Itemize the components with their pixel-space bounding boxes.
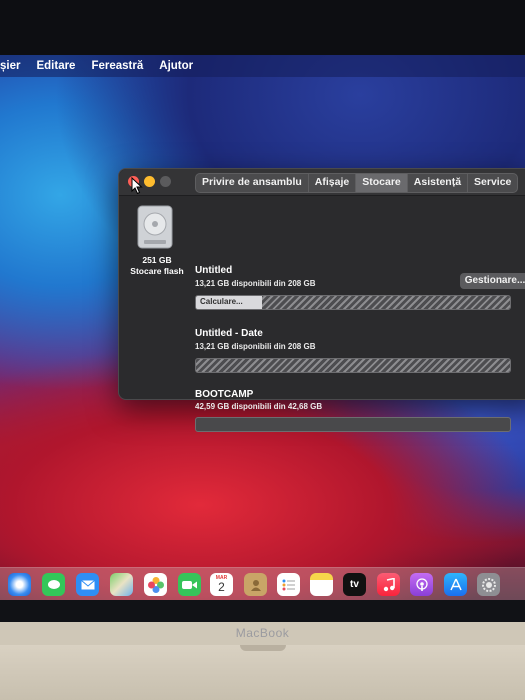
storage-bar: [195, 358, 511, 373]
dock: MAR 2 tv: [0, 567, 525, 600]
window-titlebar: Privire de ansamblu Afișaje Stocare Asis…: [119, 169, 525, 196]
tab-service[interactable]: Service: [468, 174, 517, 192]
hinge: [0, 600, 525, 622]
menu-help[interactable]: Ajutor: [159, 60, 193, 72]
tab-bar: Privire de ansamblu Afișaje Stocare Asis…: [195, 173, 519, 193]
tab-displays[interactable]: Afișaje: [309, 174, 357, 192]
desktop: șier Editare Fereastră Ajutor Privire de…: [0, 55, 525, 600]
system-preferences-icon[interactable]: [477, 573, 500, 596]
zoom-button[interactable]: [160, 176, 171, 187]
about-this-mac-window: Privire de ansamblu Afișaje Stocare Asis…: [118, 168, 525, 432]
messages-icon[interactable]: [42, 573, 65, 596]
cursor-icon: [131, 177, 143, 195]
volume-name: Untitled: [195, 265, 233, 276]
facetime-icon[interactable]: [178, 573, 201, 596]
mail-icon[interactable]: [76, 573, 99, 596]
screen-bezel: șier Editare Fereastră Ajutor Privire de…: [0, 0, 525, 622]
apple-tv-icon[interactable]: tv: [343, 573, 366, 596]
volume-available: 42,59 GB disponibili din 42,68 GB: [195, 402, 323, 411]
manage-button[interactable]: Gestionare...: [460, 273, 525, 289]
storage-bar-label: Calculare...: [200, 297, 243, 306]
minimize-button[interactable]: [144, 176, 155, 187]
apple-tv-label: tv: [350, 579, 359, 590]
disk-type: Stocare flash: [130, 266, 184, 276]
volume-available: 13,21 GB disponibili din 208 GB: [195, 342, 316, 351]
lid-notch: [240, 645, 286, 651]
safari-icon[interactable]: [8, 573, 31, 596]
brand-label: MacBook: [235, 626, 290, 640]
notes-icon[interactable]: [310, 573, 333, 596]
app-store-icon[interactable]: [444, 573, 467, 596]
calendar-day: 2: [218, 580, 225, 594]
reminders-icon[interactable]: [277, 573, 300, 596]
laptop-base: [0, 645, 525, 700]
contacts-icon[interactable]: [244, 573, 267, 596]
calendar-icon[interactable]: MAR 2: [210, 573, 233, 596]
storage-bar: Calculare...: [195, 295, 511, 310]
disk-capacity: 251 GB: [142, 255, 172, 265]
menu-bar: șier Editare Fereastră Ajutor: [0, 55, 525, 77]
tab-overview[interactable]: Privire de ansamblu: [196, 174, 309, 192]
volume-available: 13,21 GB disponibili din 208 GB: [195, 279, 316, 288]
music-icon[interactable]: [377, 573, 400, 596]
menu-window[interactable]: Fereastră: [91, 60, 143, 72]
volume-name: BOOTCAMP: [195, 389, 254, 400]
storage-bar: [195, 417, 511, 432]
maps-icon[interactable]: [110, 573, 133, 596]
menu-file[interactable]: șier: [0, 60, 20, 72]
photos-icon[interactable]: [144, 573, 167, 596]
menu-edit[interactable]: Editare: [36, 60, 75, 72]
tab-support[interactable]: Asistență: [408, 174, 469, 192]
tab-storage[interactable]: Stocare: [356, 174, 408, 192]
internal-disk-icon: [137, 205, 173, 249]
volume-name: Untitled - Date: [195, 328, 263, 339]
podcasts-icon[interactable]: [410, 573, 433, 596]
